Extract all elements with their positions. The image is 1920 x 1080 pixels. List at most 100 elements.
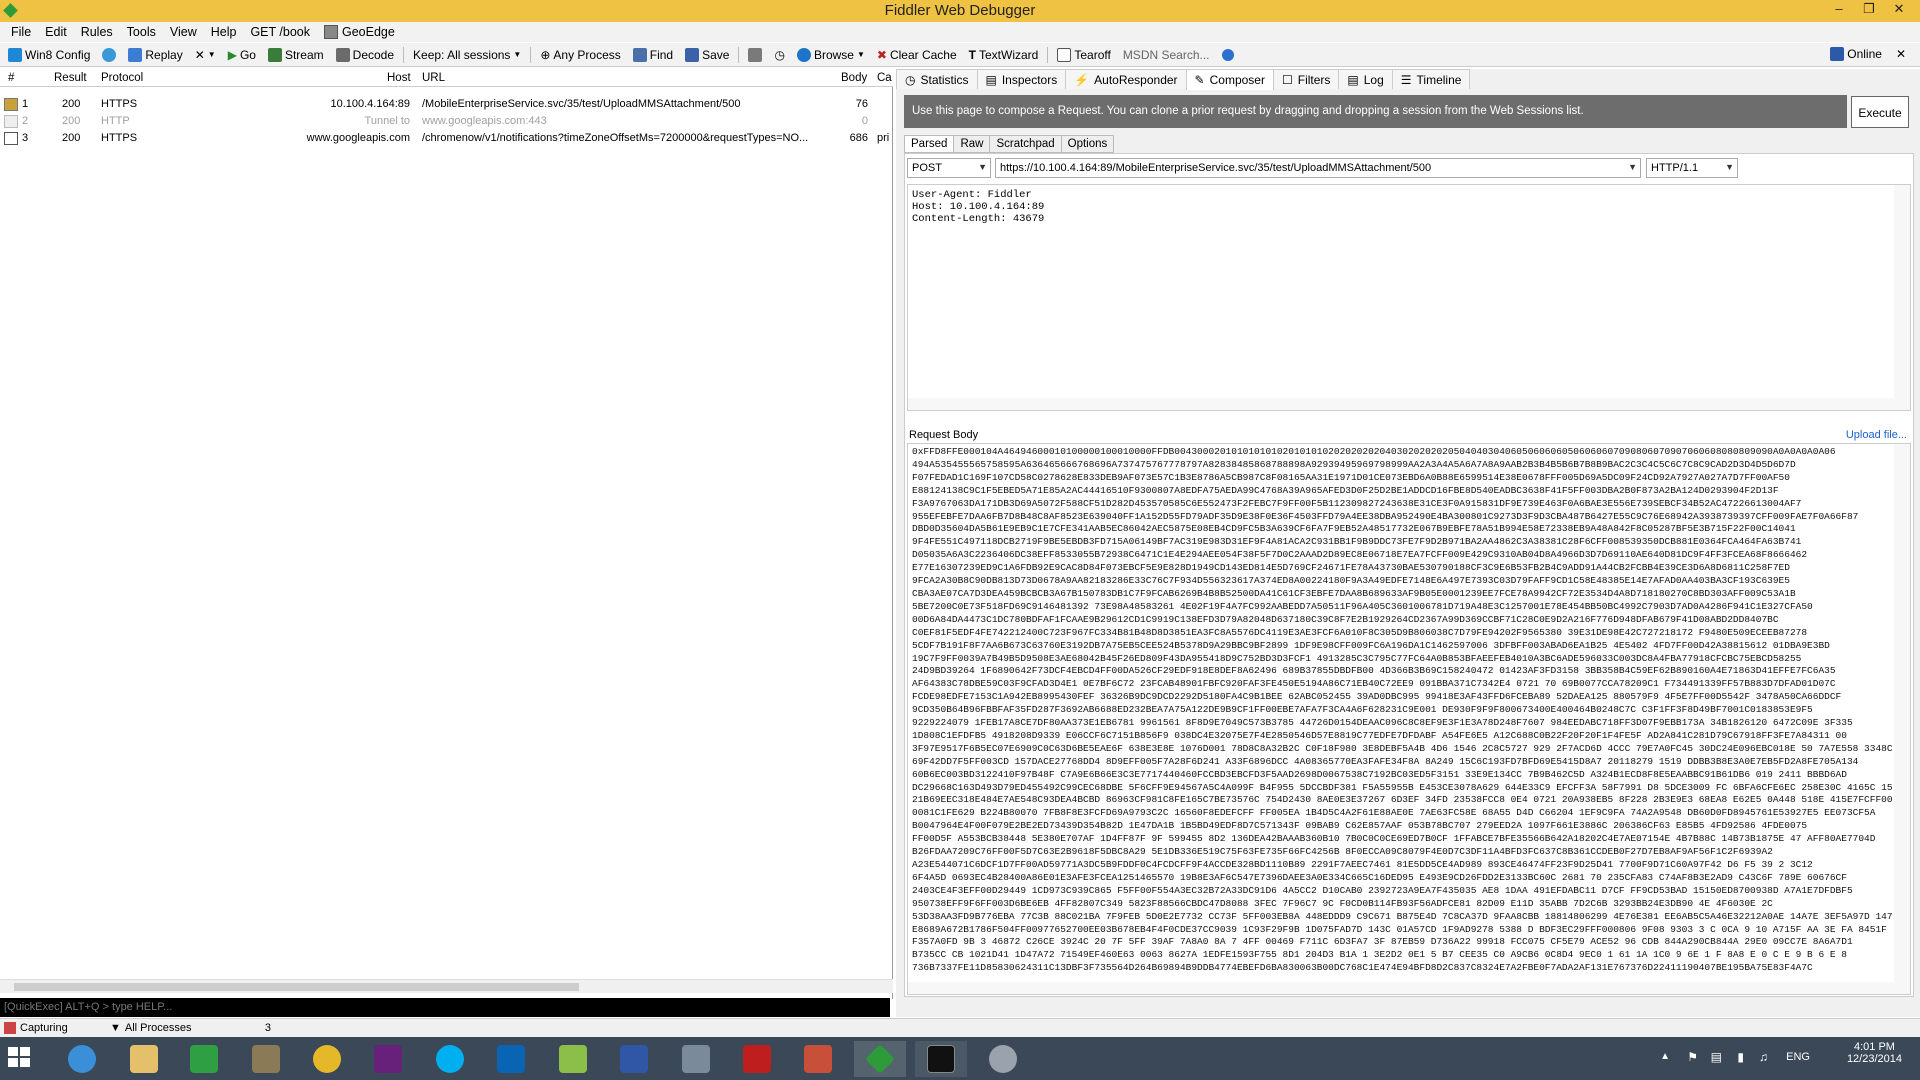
language-indicator[interactable]: ENG (1786, 1051, 1810, 1063)
menu-help[interactable]: Help (204, 25, 244, 39)
remove-icon: ✕ (194, 47, 205, 62)
help-button[interactable] (1216, 48, 1240, 61)
body-vertical-scrollbar[interactable] (1894, 444, 1910, 982)
go-button[interactable]: ▶ Go (222, 48, 262, 62)
tab-composer[interactable]: ✎ Composer (1185, 69, 1274, 90)
menu-view[interactable]: View (163, 25, 204, 39)
textwizard-button[interactable]: T TextWizard (963, 48, 1045, 62)
sessions-horizontal-scrollbar[interactable] (0, 979, 893, 993)
column-host[interactable]: Host (387, 72, 411, 84)
taskbar-network-app[interactable] (670, 1041, 722, 1077)
column-number[interactable]: # (8, 72, 14, 84)
tray-expand-icon[interactable]: ▲ (1660, 1051, 1670, 1062)
menu-tools[interactable]: Tools (120, 25, 163, 39)
keep-sessions-dropdown[interactable]: Keep: All sessions ▼ (407, 48, 527, 62)
tab-log[interactable]: ▤ Log (1338, 69, 1393, 89)
taskbar-fiddler[interactable] (854, 1041, 906, 1077)
session-row[interactable]: 2 200 HTTP Tunnel to www.googleapis.com:… (0, 113, 893, 130)
request-body-editor[interactable]: 0xFFD8FFE000104A464946000101000001000100… (907, 443, 1911, 995)
headers-horizontal-scrollbar[interactable] (908, 398, 1910, 410)
taskbar-save-app[interactable] (608, 1041, 660, 1077)
volume-icon[interactable]: ♫ (1759, 1050, 1768, 1064)
subtab-parsed[interactable]: Parsed (904, 135, 955, 153)
tab-filters[interactable]: ☐ Filters (1272, 69, 1340, 89)
browse-button[interactable]: Browse ▼ (791, 47, 871, 62)
online-indicator[interactable]: Online (1824, 47, 1888, 61)
session-number: 1 (22, 98, 29, 110)
windows-icon (8, 47, 22, 62)
session-url: www.googleapis.com:443 (422, 115, 547, 127)
headers-vertical-scrollbar[interactable] (1894, 185, 1910, 410)
comment-button[interactable] (96, 47, 122, 62)
column-body[interactable]: Body (841, 72, 867, 84)
clear-cache-label: Clear Cache (889, 47, 957, 62)
scrollbar-thumb[interactable] (14, 983, 579, 991)
taskbar-explorer[interactable] (118, 1041, 170, 1077)
taskbar-chrome[interactable] (301, 1041, 353, 1077)
start-button[interactable] (8, 1047, 32, 1069)
capturing-status[interactable]: Capturing (20, 1022, 100, 1034)
menu-file[interactable]: File (4, 25, 38, 39)
taskbar-paint[interactable] (792, 1041, 844, 1077)
session-row[interactable]: 1 200 HTTPS 10.100.4.164:89 /MobileEnter… (0, 96, 893, 113)
process-filter[interactable]: All Processes (125, 1022, 265, 1034)
decode-button[interactable]: Decode (330, 47, 400, 62)
menu-edit[interactable]: Edit (38, 25, 74, 39)
clear-cache-button[interactable]: ✖ Clear Cache (871, 48, 963, 62)
quickexec-input[interactable]: [QuickExec] ALT+Q > type HELP... (0, 998, 890, 1017)
any-process-label: Any Process (553, 47, 621, 62)
taskbar-settings[interactable] (977, 1041, 1029, 1077)
subtab-raw[interactable]: Raw (953, 135, 991, 153)
upload-file-link[interactable]: Upload file... (1846, 429, 1907, 441)
remove-button[interactable]: ✕ ▼ (189, 48, 222, 62)
minimize-icon[interactable]: – (1826, 1, 1852, 16)
find-button[interactable]: Find (627, 47, 679, 62)
subtab-options[interactable]: Options (1060, 135, 1115, 153)
msdn-search-input[interactable]: MSDN Search... (1117, 48, 1216, 62)
column-protocol[interactable]: Protocol (101, 72, 143, 84)
http-version-select[interactable]: HTTP/1.1 ▼ (1646, 158, 1738, 178)
network-tray-icon[interactable]: ▤ (1711, 1050, 1722, 1064)
tab-autoresponder[interactable]: ⚡ AutoResponder (1065, 69, 1187, 89)
subtab-scratchpad[interactable]: Scratchpad (989, 135, 1062, 153)
column-url[interactable]: URL (422, 72, 445, 84)
save-button[interactable]: Save (679, 47, 735, 62)
restore-icon[interactable]: ❐ (1856, 1, 1882, 17)
method-select[interactable]: POST ▼ (907, 158, 991, 178)
taskbar-skype[interactable] (424, 1041, 476, 1077)
menu-geoedge[interactable]: GeoEdge (317, 25, 402, 39)
timer-button[interactable]: ◷ (768, 48, 790, 62)
tab-timeline[interactable]: ☰ Timeline (1391, 69, 1471, 89)
clock[interactable]: 4:01 PM 12/23/2014 (1847, 1041, 1902, 1065)
menu-rules[interactable]: Rules (74, 25, 120, 39)
column-result[interactable]: Result (54, 72, 87, 84)
tab-statistics[interactable]: ◷ Statistics (896, 69, 978, 89)
tearoff-button[interactable]: Tearoff (1051, 47, 1116, 62)
replay-button[interactable]: Replay (122, 47, 188, 62)
close-toolbar-icon[interactable]: ✕ (1896, 47, 1906, 61)
taskbar-cmd[interactable] (915, 1041, 967, 1077)
taskbar-notepad[interactable] (547, 1041, 599, 1077)
flag-icon[interactable]: ⚑ (1687, 1050, 1698, 1064)
taskbar-filezilla[interactable] (731, 1041, 783, 1077)
taskbar-outlook[interactable] (485, 1041, 537, 1077)
composer-info-text: Use this page to compose a Request. You … (904, 95, 1847, 128)
url-input[interactable]: https://10.100.4.164:89/MobileEnterprise… (995, 158, 1641, 178)
taskbar-store[interactable] (178, 1041, 230, 1077)
request-headers-editor[interactable]: User-Agent: Fiddler Host: 10.100.4.164:8… (907, 184, 1911, 411)
stream-button[interactable]: Stream (262, 47, 330, 62)
body-horizontal-scrollbar[interactable] (908, 982, 1910, 994)
close-icon[interactable]: ✕ (1886, 1, 1912, 17)
any-process-button[interactable]: ⊕ Any Process (534, 48, 626, 62)
column-caching[interactable]: Ca (877, 72, 892, 84)
screenshot-button[interactable] (742, 47, 768, 62)
execute-button[interactable]: Execute (1851, 96, 1909, 128)
taskbar-tools[interactable] (240, 1041, 292, 1077)
menu-get-book[interactable]: GET /book (243, 25, 317, 39)
tab-inspectors[interactable]: ▤ Inspectors (976, 69, 1067, 89)
session-row[interactable]: 3 200 HTTPS www.googleapis.com /chromeno… (0, 130, 893, 147)
win8config-button[interactable]: Win8 Config (2, 47, 96, 62)
battery-icon[interactable]: ▮ (1737, 1050, 1744, 1064)
taskbar-visual-studio[interactable] (362, 1041, 414, 1077)
taskbar-ie[interactable] (56, 1041, 108, 1077)
